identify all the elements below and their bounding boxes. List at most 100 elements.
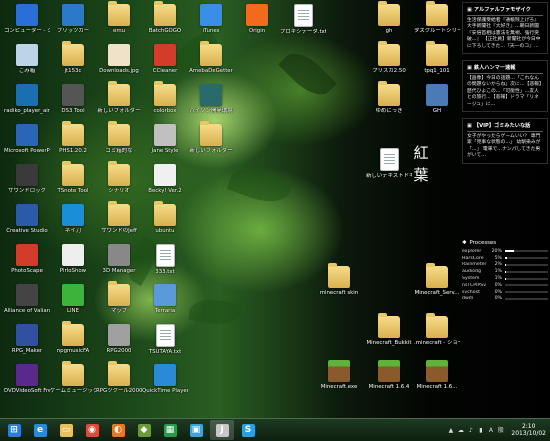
process-value: 2%	[494, 262, 502, 268]
desktop-icon[interactable]: RPG2000	[96, 324, 142, 354]
desktop-icon[interactable]: Minecraft.exe	[316, 360, 362, 390]
desktop-icon[interactable]: AmebaDeGetter	[188, 41, 234, 74]
clock[interactable]: 2:10 2013/10/02	[511, 423, 546, 437]
taskbar-jane-button[interactable]: J	[210, 420, 234, 440]
desktop-icon[interactable]: DVDVideoSoft Free Studio	[4, 364, 50, 394]
desktop-icon[interactable]: 333.txt	[142, 244, 188, 275]
desktop-icon[interactable]: 新しいフォルダー	[96, 81, 142, 114]
feed-gadget-3[interactable]: ▣ 【VIP】ゴミみたいな話 女子がやったらゲームいい？ 専門家「見事な状態の…」…	[462, 118, 548, 164]
tray-icon[interactable]: A	[487, 427, 494, 434]
folder-icon	[426, 313, 448, 338]
desktop-icon[interactable]: サウンドのJeff	[96, 201, 142, 234]
desktop-icon-label: GH	[432, 108, 442, 114]
desktop-icon[interactable]: PirloShow	[50, 244, 96, 274]
desktop-icon[interactable]: Minecraft 1.6...	[414, 360, 460, 390]
feed-text[interactable]: 生活保護受給者『通帳残上げろ』大手新聞社『大好き』…朝日新聞『安倍首相は憲法を無…	[467, 18, 543, 50]
desktop-icon[interactable]: emu	[96, 1, 142, 34]
desktop-icon[interactable]: radiko_player_air	[4, 84, 50, 114]
desktop-icon-label: プリズカ2.50	[372, 68, 406, 74]
desktop-icon[interactable]: ubuntu	[142, 201, 188, 234]
desktop-icon[interactable]: TSUTAYA.txt	[142, 324, 188, 355]
process-title: Processes	[469, 240, 497, 246]
desktop-icon[interactable]: minecraft skin	[316, 263, 362, 296]
desktop-icon[interactable]: .minecraft - ショートカット	[414, 313, 460, 346]
desktop-icon[interactable]: コンピューター - ショートカット	[4, 4, 50, 34]
feed-gadget-1[interactable]: ▣ アルファルファモザイク 生活保護受給者『通帳残上げろ』大手新聞社『大好き』…朝…	[462, 2, 548, 55]
feed-text[interactable]: 【画像】今日の話題…「これなんの問題ないからね」次に…【悲報】歴代ひよこの…「可…	[467, 76, 543, 108]
desktop-icon[interactable]: RPGツクール2000	[96, 361, 142, 394]
tray-icon[interactable]: ♪	[467, 427, 474, 434]
desktop-icon[interactable]: サウンドロック	[4, 164, 50, 194]
desktop-icon[interactable]: 新しいフォルダー	[188, 121, 234, 154]
feed-gadget-2[interactable]: ▣ 鉄人ハンマー速報 【画像】今日の話題…「これなんの問題ないからね」次に…【悲報…	[462, 60, 548, 113]
taskbar-minecraft-button[interactable]: ◆	[132, 420, 156, 440]
desktop-icon[interactable]: Microsoft PowerPoint	[4, 124, 50, 154]
desktop-icon[interactable]: Creative Studio	[4, 204, 50, 234]
desktop-icon[interactable]: Terraria	[142, 284, 188, 314]
desktop-icon[interactable]: プリズカ2.50	[366, 41, 412, 74]
desktop-icon[interactable]: 3D Manager	[96, 244, 142, 274]
desktop-icon[interactable]: iTunes	[188, 4, 234, 34]
chrome-icon: ◉	[85, 423, 99, 437]
desktop-icon[interactable]: 新しいテキストドキュメント.txt	[366, 148, 412, 179]
desktop-icon[interactable]: DS3 Tool	[50, 84, 96, 114]
desktop-icon[interactable]: Alliance of Valiant Arms	[4, 284, 50, 314]
folder-icon	[426, 263, 448, 288]
taskbar-firefox-button[interactable]: ◐	[106, 420, 130, 440]
desktop-icon-label: RPG_Maker	[11, 348, 43, 354]
leaf-decoration	[188, 295, 242, 329]
desktop-icon[interactable]: ゲームミュージック	[50, 361, 96, 394]
wallpaper-text: 紅葉	[413, 144, 429, 184]
desktop-icon[interactable]: プロキシデータ.txt	[280, 4, 326, 35]
feed-text[interactable]: 女子がやったらゲームいい？ 専門家「見事な状態の…」 幼馴染みが「…」 電車で……	[467, 134, 543, 160]
desktop-icon[interactable]: ネイ刀	[50, 204, 96, 234]
desktop-icon-label: RPG2000	[106, 348, 132, 354]
desktop-icon[interactable]: Downloads.jpg	[96, 44, 142, 74]
desktop-icon[interactable]: colorbox	[142, 81, 188, 114]
desktop-icon[interactable]: マップ	[96, 281, 142, 314]
taskbar-start-button[interactable]: ⊞	[2, 420, 26, 440]
dvd-icon	[16, 364, 38, 386]
desktop-icon[interactable]: QuickTime Player	[142, 364, 188, 394]
desktop-icon[interactable]: Becky! Ver.2	[142, 164, 188, 194]
taskbar-chrome-button[interactable]: ◉	[80, 420, 104, 440]
desktop-icon[interactable]: gh	[366, 1, 412, 34]
desktop-icon[interactable]: PhotoScape	[4, 244, 50, 274]
desktop-icon[interactable]: タスクルートシリーズ	[414, 1, 460, 34]
desktop-icon[interactable]: Origin	[234, 4, 280, 34]
desktop-icon[interactable]: ブリッツカー	[50, 4, 96, 34]
desktop-icon[interactable]: シナリオ	[96, 161, 142, 194]
desktop-icon[interactable]: LINE	[50, 284, 96, 314]
desktop-icon[interactable]: CCleaner	[142, 44, 188, 74]
taskbar-ipc-button[interactable]: ▣	[184, 420, 208, 440]
desktop-icon[interactable]: BatchGOGO	[142, 1, 188, 34]
desktop-icon[interactable]: Minecraft_Bukkit	[366, 313, 412, 346]
taskbar-skype-button[interactable]: S	[236, 420, 260, 440]
desktop-icon[interactable]: ごみ箱	[4, 44, 50, 74]
desktop-icon[interactable]: npgmusicFA	[50, 321, 96, 354]
desktop-icon[interactable]: ゆめにっき	[366, 81, 412, 114]
desktop-icon[interactable]: RPG_Maker	[4, 324, 50, 354]
taskbar-ie-button[interactable]: e	[28, 420, 52, 440]
text-file-icon	[293, 4, 313, 27]
taskbar-store-button[interactable]: ▦	[158, 420, 182, 440]
desktop-icon[interactable]: jt153c	[50, 41, 96, 74]
folder-icon	[154, 201, 176, 226]
desktop-icon[interactable]: Minecraft 1.6.4	[366, 360, 412, 390]
desktop-icon[interactable]: GH	[414, 84, 460, 114]
desktop-icon[interactable]: Jane Style	[142, 124, 188, 154]
desktop-icon[interactable]: tpq1_101	[414, 41, 460, 74]
desktop-icon[interactable]: Minecraft_Serv...	[414, 263, 460, 296]
desktop-icon[interactable]: ゴミ箱的な	[96, 121, 142, 154]
tray-icon[interactable]: ☁	[457, 427, 464, 434]
folder-icon	[200, 121, 222, 146]
tray-icon[interactable]: 般	[497, 427, 504, 434]
desktop-icon[interactable]: TSnote Tool	[50, 161, 96, 194]
desktop-icon[interactable]: パイソン開発環境	[188, 84, 234, 114]
desktop-icon[interactable]: PHS1.20.2	[50, 121, 96, 154]
process-value: 0%	[494, 289, 502, 295]
skype-icon: S	[241, 423, 255, 437]
tray-icon[interactable]: ▲	[447, 427, 454, 434]
taskbar-explorer-button[interactable]: ▭	[54, 420, 78, 440]
tray-icon[interactable]: ▮	[477, 427, 484, 434]
